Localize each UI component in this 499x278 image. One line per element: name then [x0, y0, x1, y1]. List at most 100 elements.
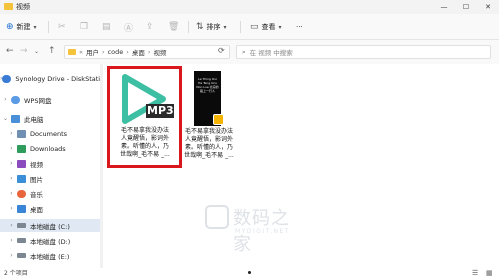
refresh-icon[interactable]: ⟳: [218, 46, 225, 55]
rename-button[interactable]: Ⓐ: [124, 14, 133, 40]
view-button[interactable]: ▭ 查看 ▾: [250, 14, 282, 40]
chevron-right-icon[interactable]: ›: [6, 130, 17, 137]
video-icon: [17, 159, 26, 168]
paste-icon: ▤: [102, 22, 111, 32]
window-controls: — ☐ ✕: [433, 0, 499, 14]
sidebar-item-label: 视频: [30, 160, 43, 169]
address-segment-desktop[interactable]: 桌面: [132, 47, 145, 57]
folder-icon: [4, 3, 13, 10]
sidebar-item-pictures[interactable]: › 图片: [0, 172, 100, 185]
music-icon: [17, 189, 26, 198]
sidebar-item-documents[interactable]: › Documents: [0, 127, 100, 140]
drive-icon: [17, 253, 26, 258]
file-name-line: 素。听懂的人，乃: [120, 143, 169, 150]
trash-icon: 🗑: [168, 22, 180, 32]
new-label: 新建: [16, 23, 31, 31]
sidebar-item-synology-drive[interactable]: › Synology Drive - DiskStation: [0, 72, 100, 85]
search-input[interactable]: ⌕ 在 视频 中搜索: [236, 45, 491, 59]
share-icon: ⇪: [146, 22, 154, 32]
sort-button[interactable]: ⇅ 排序 ▾: [196, 14, 227, 40]
sidebar-item-drive-d[interactable]: › 本地磁盘 (D:): [0, 234, 100, 247]
document-icon: [17, 129, 26, 138]
address-segment-user[interactable]: 用户: [86, 47, 99, 57]
file-name: 毛不易拿我没办法 人竟醒悟，影词外 素。听懂的人，乃 世哉啊_毛不易 _...: [184, 128, 234, 160]
address-segment-videos[interactable]: 视频: [154, 47, 167, 57]
chevron-right-icon[interactable]: ›: [6, 222, 17, 229]
copy-button[interactable]: ❐: [80, 14, 88, 40]
sidebar-item-this-pc[interactable]: ⌄ 此电脑: [0, 112, 100, 125]
chevron-right-icon: ›: [147, 48, 151, 56]
play-icon: [122, 74, 174, 124]
watermark-subtext: MYDIGIT.NET: [235, 228, 290, 235]
file-name-line: 世哉啊_毛不易 _...: [184, 152, 234, 159]
sidebar-item-label: 本地磁盘 (C:): [30, 222, 70, 231]
cover-text: Le Thing Ovi Ha Teng Uns Non Lue 北凉的路上一行…: [196, 77, 219, 93]
view-label: 查看: [261, 23, 276, 31]
cloud-icon: [2, 74, 12, 83]
chevron-down-icon[interactable]: ⌄: [0, 115, 11, 122]
navigation-bar: ← → ⌄ ↑ « 用户 › code › 桌面 › 视频 ⟳ ⌕ 在 视频 中…: [0, 40, 499, 64]
item-count: 2 个项目: [4, 270, 28, 277]
chevron-right-icon: ›: [101, 48, 105, 56]
maximize-button[interactable]: ☐: [455, 0, 477, 14]
sidebar-item-videos[interactable]: › 视频: [0, 157, 100, 170]
sidebar-item-label: Downloads: [30, 144, 66, 153]
share-button[interactable]: ⇪: [146, 14, 154, 40]
chevron-right-icon[interactable]: ›: [6, 190, 17, 197]
minimize-button[interactable]: —: [433, 0, 455, 14]
chevron-right-icon[interactable]: ›: [6, 160, 17, 167]
up-icon[interactable]: ↑: [48, 46, 56, 56]
sidebar-item-wps-cloud[interactable]: › WPS网盘: [0, 93, 100, 106]
delete-button[interactable]: 🗑: [168, 14, 179, 40]
close-button[interactable]: ✕: [477, 0, 499, 14]
file-name-line: 世哉啊_毛不易 _...: [120, 151, 170, 158]
address-overflow[interactable]: «: [79, 48, 83, 56]
new-button[interactable]: ⊕ 新建 ▾: [6, 14, 37, 40]
sidebar-item-drive-e[interactable]: › 本地磁盘 (E:): [0, 249, 100, 262]
sidebar-item-music[interactable]: › 音乐: [0, 187, 100, 200]
file-item-mp3[interactable]: MP3 毛不易拿我没办法 人竟醒悟，影词外 素。听懂的人，乃 世哉啊_毛不易 _…: [107, 66, 182, 168]
file-name-line: 素。听懂的人，乃: [184, 144, 233, 151]
file-item-video[interactable]: Le Thing Ovi Ha Teng Uns Non Lue 北凉的路上一行…: [184, 66, 234, 166]
sidebar-item-desktop[interactable]: › 桌面: [0, 202, 100, 215]
file-name-line: 人竟醒悟，影词外: [184, 136, 233, 143]
sidebar-item-drive-c[interactable]: › 本地磁盘 (C:): [0, 219, 100, 232]
file-name-line: 毛不易拿我没办法: [120, 127, 169, 134]
watermark-logo-icon: [205, 205, 229, 229]
watermark: 数码之家 MYDIGIT.NET: [205, 204, 300, 255]
search-placeholder: 在 视频 中搜索: [249, 49, 293, 57]
chevron-right-icon[interactable]: ›: [6, 237, 17, 244]
computer-icon: [11, 114, 20, 123]
recent-chevron-icon[interactable]: ⌄: [34, 48, 39, 55]
details-view-icon[interactable]: ☰: [472, 269, 478, 277]
sidebar-item-label: 本地磁盘 (D:): [30, 237, 71, 246]
sidebar-item-label: WPS网盘: [24, 96, 52, 105]
more-label: ···: [296, 23, 303, 31]
video-thumbnail: Le Thing Ovi Ha Teng Uns Non Lue 北凉的路上一行…: [194, 71, 224, 126]
plus-circle-icon: ⊕: [6, 22, 14, 32]
address-segment-code[interactable]: code: [108, 48, 124, 56]
tiles-view-icon[interactable]: ▦: [486, 269, 493, 277]
folder-icon: [68, 49, 76, 55]
command-bar: ⊕ 新建 ▾ ✂ ❐ ▤ Ⓐ ⇪ 🗑 ⇅ 排序 ▾ ▭ 查看 ▾ ···: [0, 14, 499, 40]
file-name: 毛不易拿我没办法 人竟醒悟，影词外 素。听懂的人，乃 世哉啊_毛不易 _...: [113, 127, 177, 159]
paste-button[interactable]: ▤: [102, 14, 111, 40]
chevron-down-icon: ▾: [278, 23, 282, 31]
copy-icon: ❐: [80, 22, 89, 32]
chevron-down-icon: ▾: [223, 23, 227, 31]
chevron-right-icon[interactable]: ›: [6, 145, 17, 152]
file-name-line: 毛不易拿我没办法: [184, 128, 233, 135]
forward-icon[interactable]: →: [20, 46, 28, 56]
dot-icon: [248, 271, 251, 274]
chevron-right-icon[interactable]: ›: [6, 252, 17, 259]
chevron-right-icon[interactable]: ›: [0, 96, 11, 103]
chevron-down-icon: ▾: [33, 23, 37, 31]
more-button[interactable]: ···: [296, 14, 303, 40]
sort-icon: ⇅: [196, 22, 204, 32]
address-bar[interactable]: « 用户 › code › 桌面 › 视频: [64, 45, 230, 59]
chevron-right-icon[interactable]: ›: [6, 175, 17, 182]
chevron-right-icon[interactable]: ›: [6, 205, 17, 212]
back-icon[interactable]: ←: [6, 46, 14, 56]
cut-button[interactable]: ✂: [58, 14, 66, 40]
sidebar-item-downloads[interactable]: › Downloads: [0, 142, 100, 155]
